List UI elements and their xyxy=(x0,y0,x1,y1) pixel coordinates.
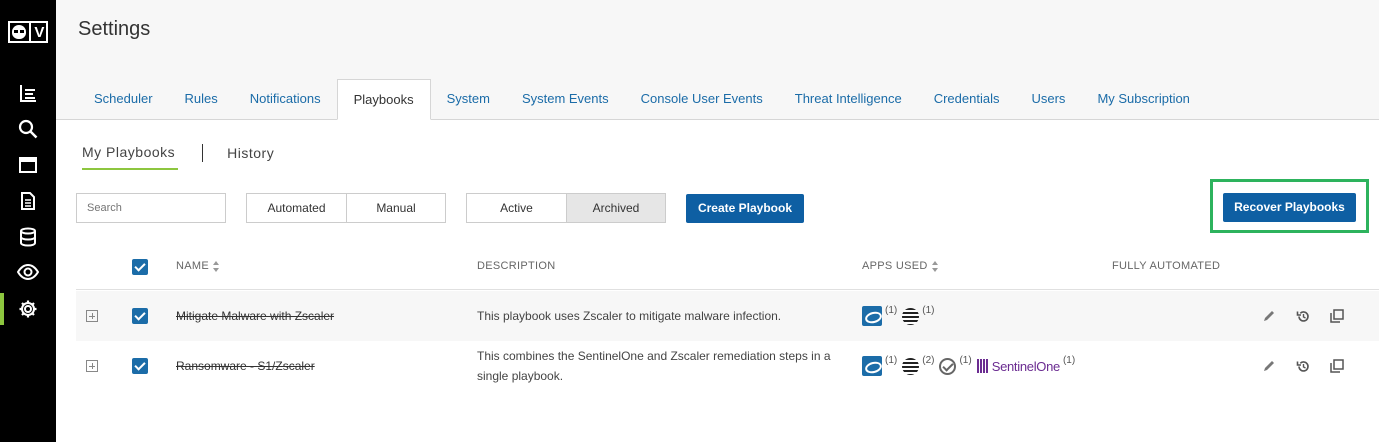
sort-icon[interactable] xyxy=(931,260,939,272)
tab-console-user-events[interactable]: Console User Events xyxy=(625,79,779,119)
row-actions xyxy=(1261,308,1345,324)
tab-credentials[interactable]: Credentials xyxy=(918,79,1016,119)
playbook-name[interactable]: Ransomware - S1/Zscaler xyxy=(176,359,315,373)
edit-icon[interactable] xyxy=(1261,308,1277,324)
browser-icon[interactable] xyxy=(0,149,56,181)
sentinelone-logo-icon xyxy=(976,359,988,373)
zscaler-icon xyxy=(862,356,882,376)
logo-letter: V xyxy=(34,23,45,41)
main-content: Settings Scheduler Rules Notifications P… xyxy=(56,0,1379,442)
fully-automated-column-header: FULLY AUTOMATED xyxy=(1112,260,1221,272)
att-count: (2) xyxy=(922,355,935,366)
tab-notifications[interactable]: Notifications xyxy=(234,79,337,119)
check-count: (1) xyxy=(959,355,972,366)
subtab-divider xyxy=(202,144,204,162)
expand-icon[interactable] xyxy=(86,310,98,322)
sentinelone-label: SentinelOne xyxy=(991,359,1061,374)
alien-icon xyxy=(11,25,26,39)
status-toggle: Active Archived xyxy=(466,193,666,223)
row-checkbox[interactable] xyxy=(132,308,148,324)
playbook-name[interactable]: Mitigate Malware with Zscaler xyxy=(176,309,334,323)
eye-icon[interactable] xyxy=(0,256,56,288)
reports-icon[interactable] xyxy=(0,77,56,109)
restore-icon[interactable] xyxy=(1295,358,1311,374)
mode-toggle: Automated Manual xyxy=(246,193,446,223)
zscaler-count: (1) xyxy=(885,355,898,366)
sort-icon[interactable] xyxy=(212,260,220,272)
active-filter-button[interactable]: Active xyxy=(467,194,566,222)
automated-filter-button[interactable]: Automated xyxy=(247,194,346,222)
att-icon xyxy=(902,308,920,325)
subtab-my-playbooks[interactable]: My Playbooks xyxy=(82,144,179,170)
logo-icon[interactable]: V xyxy=(8,21,48,43)
archived-filter-button[interactable]: Archived xyxy=(566,194,665,222)
apps-used-column-header[interactable]: APPS USED xyxy=(862,260,939,272)
table-header: NAME DESCRIPTION APPS USED FULLY AUTOMAT… xyxy=(76,245,1379,290)
table-row: Ransomware - S1/Zscaler This combines th… xyxy=(76,341,1379,391)
settings-tabs: Scheduler Rules Notifications Playbooks … xyxy=(78,79,1206,120)
playbook-description: This combines the SentinelOne and Zscale… xyxy=(477,349,831,383)
recover-playbooks-button[interactable]: Recover Playbooks xyxy=(1223,193,1356,222)
tab-scheduler[interactable]: Scheduler xyxy=(78,79,169,119)
search-icon[interactable] xyxy=(0,113,56,145)
edit-icon[interactable] xyxy=(1261,358,1277,374)
manual-filter-button[interactable]: Manual xyxy=(346,194,445,222)
description-column-header: DESCRIPTION xyxy=(477,260,556,272)
apps-used: (1) (2) (1) SentinelOne (1) xyxy=(862,355,1078,376)
tab-playbooks[interactable]: Playbooks xyxy=(336,79,431,120)
tab-users[interactable]: Users xyxy=(1015,79,1081,119)
check-circle-icon xyxy=(939,358,957,375)
table-row: Mitigate Malware with Zscaler This playb… xyxy=(76,291,1379,341)
apps-used: (1) (1) xyxy=(862,305,937,326)
page-title: Settings xyxy=(78,18,151,40)
zscaler-icon xyxy=(862,306,882,326)
copy-icon[interactable] xyxy=(1329,358,1345,374)
att-count: (1) xyxy=(922,305,935,316)
copy-icon[interactable] xyxy=(1329,308,1345,324)
name-column-header[interactable]: NAME xyxy=(176,260,220,272)
subtab-history[interactable]: History xyxy=(227,145,274,169)
select-all-checkbox[interactable] xyxy=(132,259,148,275)
restore-icon[interactable] xyxy=(1295,308,1311,324)
tab-my-subscription[interactable]: My Subscription xyxy=(1081,79,1205,119)
playbook-description: This playbook uses Zscaler to mitigate m… xyxy=(477,309,782,323)
sidebar: V xyxy=(0,0,56,442)
search-input[interactable] xyxy=(76,193,226,223)
database-icon[interactable] xyxy=(0,221,56,253)
att-icon xyxy=(902,358,920,375)
playbook-subtabs: My Playbooks History xyxy=(82,144,274,170)
sentinelone-count: (1) xyxy=(1062,355,1076,366)
row-checkbox[interactable] xyxy=(132,358,148,374)
tab-rules[interactable]: Rules xyxy=(169,79,234,119)
create-playbook-button[interactable]: Create Playbook xyxy=(686,194,804,223)
header: Settings Scheduler Rules Notifications P… xyxy=(56,0,1379,120)
expand-icon[interactable] xyxy=(86,360,98,372)
zscaler-count: (1) xyxy=(885,305,898,316)
tab-threat-intelligence[interactable]: Threat Intelligence xyxy=(779,79,918,119)
document-icon[interactable] xyxy=(0,185,56,217)
tab-system-events[interactable]: System Events xyxy=(506,79,625,119)
gear-icon[interactable] xyxy=(0,293,56,325)
row-actions xyxy=(1261,358,1345,374)
tab-system[interactable]: System xyxy=(431,79,506,119)
